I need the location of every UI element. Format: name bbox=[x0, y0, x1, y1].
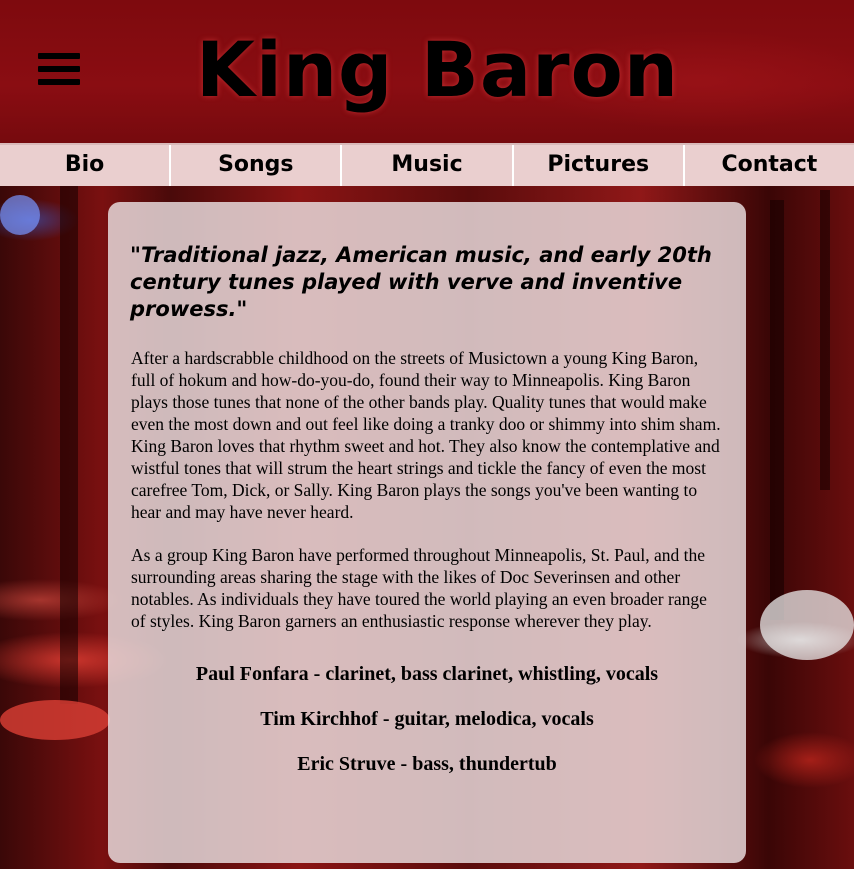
band-quote: "Traditional jazz, American music, and e… bbox=[130, 243, 712, 321]
nav-item-bio[interactable]: Bio bbox=[0, 145, 172, 186]
nav-item-songs[interactable]: Songs bbox=[171, 145, 343, 186]
bg-shadow bbox=[60, 184, 78, 704]
bio-card: "Traditional jazz, American music, and e… bbox=[108, 202, 746, 863]
bio-paragraph: As a group King Baron have performed thr… bbox=[131, 545, 707, 631]
bg-shadow bbox=[770, 200, 784, 620]
bg-shadow bbox=[820, 190, 830, 490]
nav-item-music[interactable]: Music bbox=[342, 145, 514, 186]
nav-item-contact[interactable]: Contact bbox=[685, 145, 854, 186]
main-nav: Bio Songs Music Pictures Contact bbox=[0, 143, 854, 186]
bg-light bbox=[0, 195, 40, 235]
site-header: King Baron bbox=[0, 0, 854, 143]
member-item: Tim Kirchhof - guitar, melodica, vocals bbox=[260, 708, 594, 730]
hamburger-menu-icon[interactable] bbox=[38, 53, 80, 85]
member-item: Paul Fonfara - clarinet, bass clarinet, … bbox=[195, 663, 659, 685]
bio-paragraph: After a hardscrabble childhood on the st… bbox=[131, 348, 721, 522]
member-item: Eric Struve - bass, thundertub bbox=[297, 753, 557, 775]
bg-light bbox=[760, 590, 854, 660]
member-list: Paul Fonfara - clarinet, bass clarinet, … bbox=[130, 662, 724, 776]
bg-table bbox=[0, 700, 110, 740]
nav-item-pictures[interactable]: Pictures bbox=[514, 145, 685, 186]
site-title: King Baron bbox=[196, 25, 679, 114]
